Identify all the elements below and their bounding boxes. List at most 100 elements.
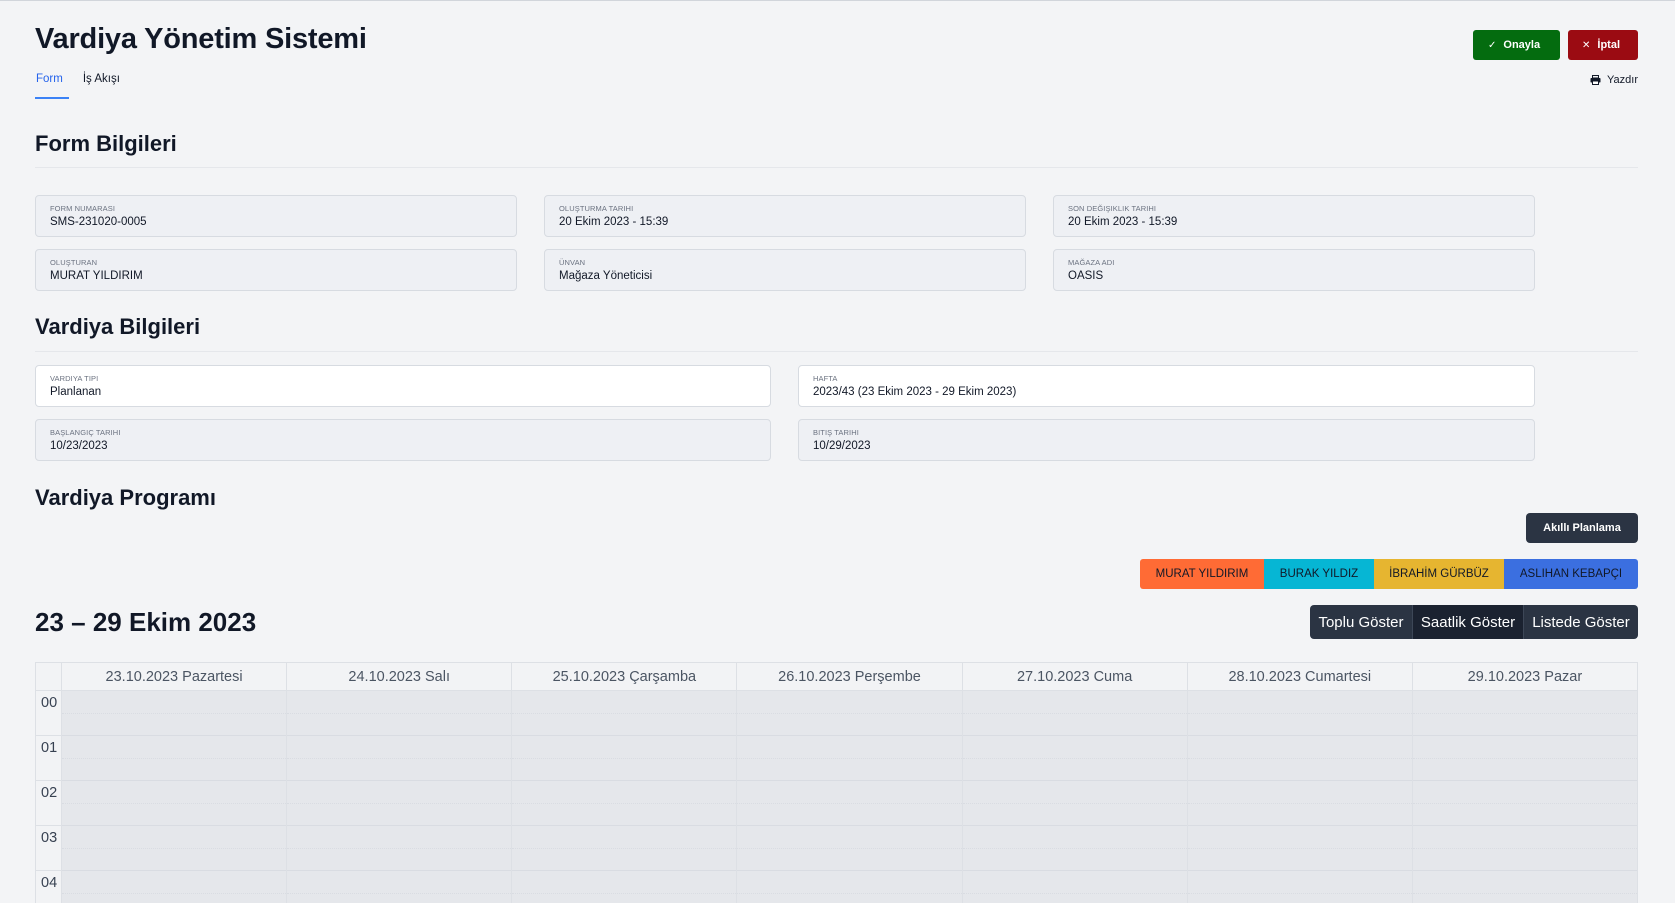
time-slot[interactable] (962, 736, 1187, 759)
time-slot[interactable] (1412, 736, 1637, 759)
time-slot[interactable] (287, 714, 512, 736)
time-slot[interactable] (962, 849, 1187, 871)
time-slot[interactable] (737, 759, 962, 781)
view-hourly-button[interactable]: Saatlik Göster (1413, 605, 1524, 639)
time-slot[interactable] (962, 871, 1187, 894)
calendar-day-header[interactable]: 28.10.2023 Cumartesi (1188, 663, 1413, 690)
time-slot[interactable] (1187, 849, 1412, 871)
approve-button[interactable]: ✓ Onayla (1473, 30, 1560, 60)
calendar-day-header[interactable]: 26.10.2023 Perşembe (737, 663, 963, 690)
tab-bar: Form İş Akışı (35, 73, 120, 99)
time-slot[interactable] (962, 759, 1187, 781)
time-slot[interactable] (512, 759, 737, 781)
time-slot[interactable] (62, 804, 287, 826)
time-slot[interactable] (512, 826, 737, 849)
calendar-day-header[interactable]: 27.10.2023 Cuma (963, 663, 1188, 690)
time-slot[interactable] (287, 781, 512, 804)
time-slot[interactable] (1412, 781, 1637, 804)
time-slot[interactable] (1187, 826, 1412, 849)
time-slot[interactable] (512, 804, 737, 826)
calendar-day-header[interactable]: 24.10.2023 Salı (287, 663, 513, 690)
time-slot[interactable] (1412, 871, 1637, 894)
field-value: Mağaza Yöneticisi (559, 270, 653, 282)
tab-workflow[interactable]: İş Akışı (83, 73, 120, 99)
time-slot[interactable] (512, 871, 737, 894)
time-slot[interactable] (287, 691, 512, 714)
time-slot[interactable] (737, 894, 961, 903)
time-slot[interactable] (512, 691, 737, 714)
time-slot[interactable] (737, 849, 962, 871)
time-slot[interactable] (512, 781, 737, 804)
time-slot[interactable] (287, 804, 512, 826)
field-label: BAŞLANGIÇ TARIHI (50, 428, 121, 437)
calendar-day-header[interactable]: 23.10.2023 Pazartesi (62, 663, 288, 690)
time-slot[interactable] (62, 826, 287, 849)
time-slot[interactable] (737, 871, 962, 894)
time-slot[interactable] (1412, 804, 1637, 826)
time-slot[interactable] (737, 736, 962, 759)
employee-chip[interactable]: ASLIHAN KEBAPÇI (1504, 559, 1638, 589)
cancel-button[interactable]: ✕ İptal (1568, 30, 1638, 60)
time-slot[interactable] (1187, 759, 1412, 781)
time-slot[interactable] (1187, 691, 1412, 714)
time-slot[interactable] (1187, 736, 1412, 759)
time-slot[interactable] (62, 871, 287, 894)
time-slot[interactable] (512, 849, 737, 871)
time-slot[interactable] (962, 804, 1187, 826)
time-slot[interactable] (737, 804, 962, 826)
shift-type-select[interactable]: VARDIYA TIPI Planlanan (35, 365, 771, 407)
employee-chip[interactable]: İBRAHİM GÜRBÜZ (1374, 559, 1504, 589)
time-slot[interactable] (1187, 871, 1412, 894)
time-slot[interactable] (1412, 849, 1637, 871)
calendar-body: 00 01 02 03 04 (36, 691, 1637, 903)
time-slot[interactable] (1412, 759, 1637, 781)
time-slot[interactable] (62, 736, 287, 759)
tab-form[interactable]: Form (35, 73, 69, 99)
employee-chip[interactable]: MURAT YILDIRIM (1140, 559, 1264, 589)
calendar-day-header[interactable]: 29.10.2023 Pazar (1413, 663, 1637, 690)
time-slot[interactable] (962, 826, 1187, 849)
time-slot[interactable] (1412, 826, 1637, 849)
time-slot[interactable] (1412, 714, 1637, 736)
time-slot[interactable] (512, 736, 737, 759)
time-slot[interactable] (1413, 894, 1637, 903)
store-name-field: MAĞAZA ADI OASIS (1053, 249, 1535, 291)
time-slot[interactable] (287, 894, 511, 903)
time-slot[interactable] (512, 894, 736, 903)
time-slot[interactable] (287, 849, 512, 871)
time-slot[interactable] (287, 759, 512, 781)
time-slot[interactable] (62, 714, 287, 736)
smart-planning-button[interactable]: Akıllı Planlama (1526, 513, 1638, 543)
employee-chip[interactable]: BURAK YILDIZ (1264, 559, 1374, 589)
time-slot[interactable] (737, 691, 962, 714)
time-slot[interactable] (62, 691, 287, 714)
time-slot[interactable] (1187, 781, 1412, 804)
time-slot[interactable] (287, 871, 512, 894)
time-slot[interactable] (1187, 804, 1412, 826)
time-slot[interactable] (962, 714, 1187, 736)
time-slot[interactable] (512, 714, 737, 736)
time-slot[interactable] (1412, 691, 1637, 714)
time-slot[interactable] (737, 781, 962, 804)
view-bulk-button[interactable]: Toplu Göster (1310, 605, 1413, 639)
view-list-button[interactable]: Listede Göster (1524, 605, 1638, 639)
form-number-field: FORM NUMARASI SMS-231020-0005 (35, 195, 517, 237)
time-slot[interactable] (1188, 894, 1412, 903)
time-slot[interactable] (963, 894, 1187, 903)
time-slot[interactable] (962, 781, 1187, 804)
week-select[interactable]: HAFTA 2023/43 (23 Ekim 2023 - 29 Ekim 20… (798, 365, 1535, 407)
time-slot[interactable] (737, 714, 962, 736)
time-slot[interactable] (287, 736, 512, 759)
time-slot[interactable] (62, 759, 287, 781)
day-column (62, 691, 288, 903)
time-slot[interactable] (737, 826, 962, 849)
day-column (1412, 691, 1637, 903)
time-slot[interactable] (962, 691, 1187, 714)
print-button[interactable]: Yazdır (1590, 74, 1638, 86)
calendar-day-header[interactable]: 25.10.2023 Çarşamba (512, 663, 738, 690)
time-slot[interactable] (287, 826, 512, 849)
time-slot[interactable] (62, 781, 287, 804)
time-slot[interactable] (1187, 714, 1412, 736)
time-slot[interactable] (62, 849, 287, 871)
time-slot[interactable] (62, 894, 286, 903)
